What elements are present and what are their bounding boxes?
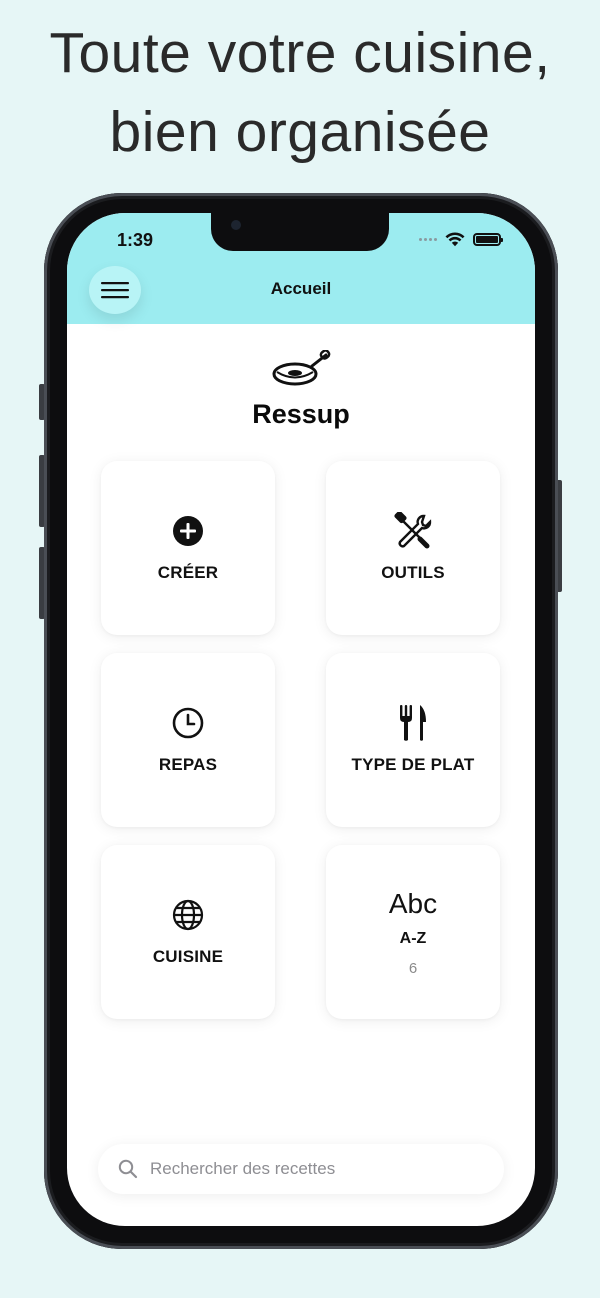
tools-icon [394, 512, 432, 549]
phone-screen: 1:39 Accueil Ressup CRÉER OUTILS REPAS T… [67, 213, 535, 1226]
abc-icon: Abc [388, 887, 438, 919]
search-bar[interactable] [98, 1144, 504, 1194]
plus-circle-icon [173, 516, 203, 546]
search-input[interactable] [150, 1159, 470, 1179]
tile-label: CUISINE [152, 947, 224, 966]
clock-icon [172, 707, 204, 739]
cellular-dots-icon [419, 237, 437, 241]
wifi-icon [445, 231, 465, 246]
tile-label: OUTILS [381, 563, 445, 582]
status-icons [419, 230, 503, 248]
tile-repas[interactable]: REPAS [101, 653, 275, 827]
headline-line-2: bien organisée [109, 100, 491, 164]
status-time: 1:39 [117, 230, 154, 250]
page-title: Accueil [270, 279, 332, 298]
search-icon [118, 1159, 138, 1179]
recipe-count: 6 [408, 959, 418, 977]
tile-label: REPAS [158, 755, 218, 774]
tile-type-de-plat[interactable]: TYPE DE PLAT [326, 653, 500, 827]
frying-pan-icon [272, 350, 331, 386]
battery-icon [473, 232, 503, 246]
globe-icon [172, 899, 204, 931]
tile-label: TYPE DE PLAT [351, 755, 475, 774]
tile-a-z[interactable]: Abc A-Z 6 [326, 845, 500, 1019]
tile-cuisine[interactable]: CUISINE [101, 845, 275, 1019]
headline-line-1: Toute votre cuisine, [49, 21, 551, 85]
tile-label: CRÉER [157, 563, 219, 582]
tile-outils[interactable]: OUTILS [326, 461, 500, 635]
app-name: Ressup [252, 399, 350, 429]
tile-label: A-Z [399, 929, 427, 947]
tile-creer[interactable]: CRÉER [101, 461, 275, 635]
marketing-headline: Toute votre cuisine, bien organisée [0, 14, 600, 172]
fork-knife-icon [400, 705, 426, 741]
phone-notch [211, 213, 389, 251]
